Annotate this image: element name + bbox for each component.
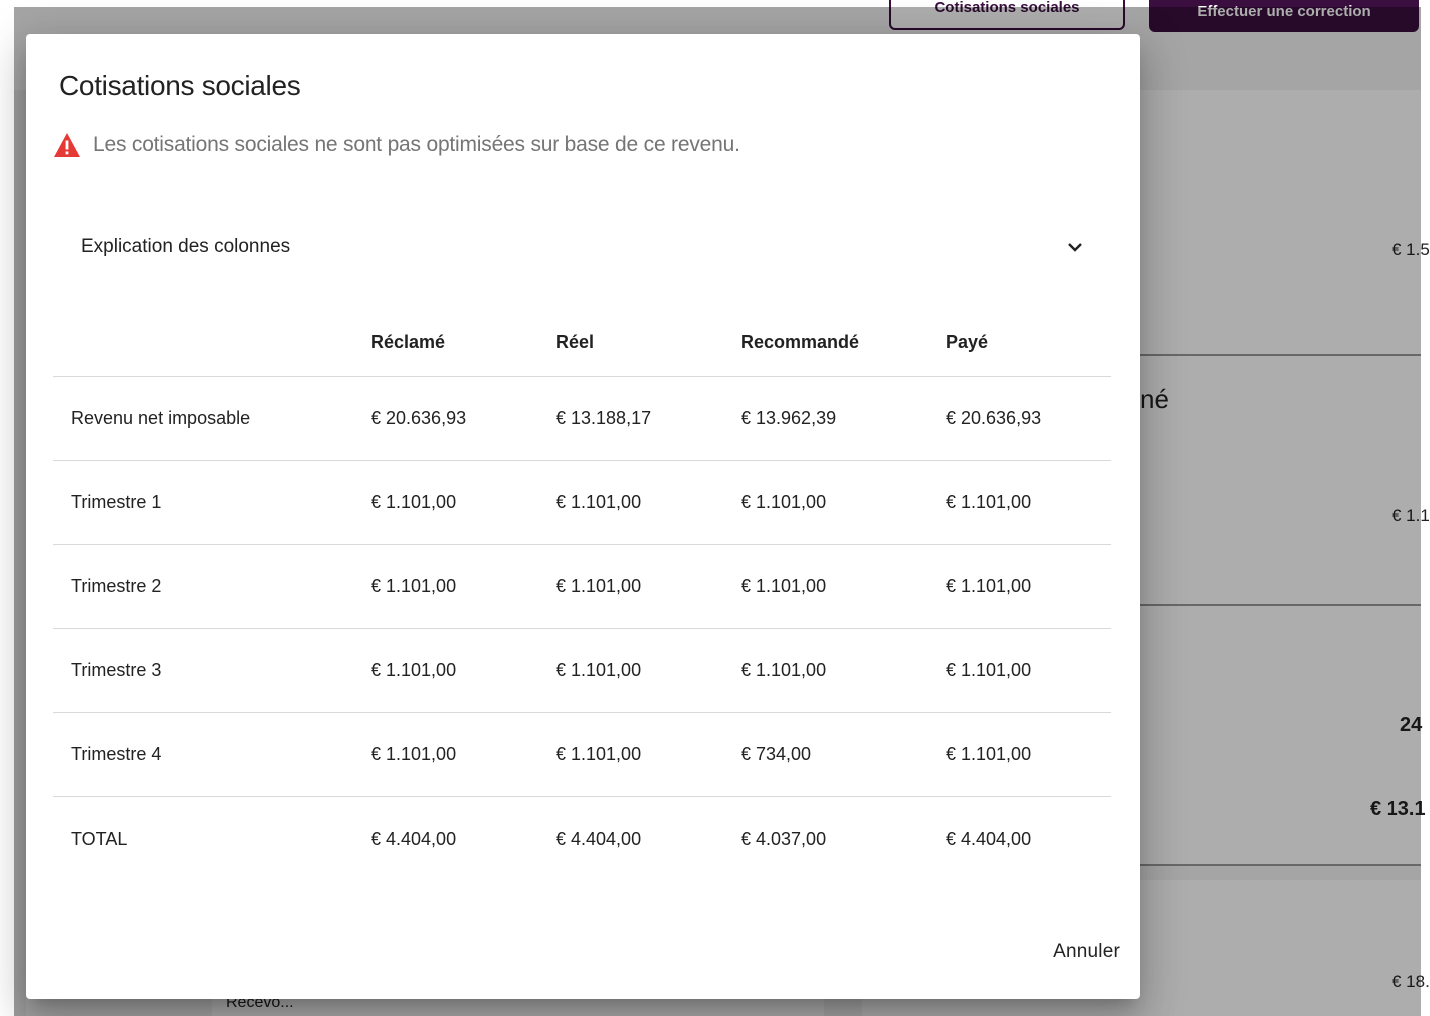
cell-actual: € 1.101,00 [556, 492, 642, 512]
table-row: Revenu net imposable € 20.636,93 € 13.18… [53, 377, 1111, 461]
table-row: Trimestre 3 € 1.101,00 € 1.101,00 € 1.10… [53, 629, 1111, 713]
cell-recommended: € 1.101,00 [741, 576, 827, 596]
row-label: Trimestre 3 [71, 660, 162, 680]
row-label: Trimestre 4 [71, 744, 162, 764]
column-explanation-title: Explication des colonnes [81, 236, 291, 257]
row-label: Revenu net imposable [71, 408, 251, 428]
table-row: Trimestre 1 € 1.101,00 € 1.101,00 € 1.10… [53, 461, 1111, 545]
cell-paid: € 1.101,00 [946, 660, 1032, 680]
cell-paid: € 1.101,00 [946, 576, 1032, 596]
cancel-button[interactable]: Annuler [1053, 935, 1120, 969]
cell-recommended: € 734,00 [741, 744, 812, 764]
cell-actual: € 13.188,17 [556, 408, 652, 428]
column-header-claimed: Réclamé [371, 331, 446, 352]
dialog-title: Cotisations sociales [59, 70, 301, 101]
cell-recommended: € 1.101,00 [741, 660, 827, 680]
table-row: Trimestre 2 € 1.101,00 € 1.101,00 € 1.10… [53, 545, 1111, 629]
cell-actual: € 1.101,00 [556, 744, 642, 764]
warning-message: Les cotisations sociales ne sont pas opt… [53, 132, 740, 158]
cell-paid: € 20.636,93 [946, 408, 1042, 428]
cell-actual: € 1.101,00 [556, 660, 642, 680]
cell-paid: € 1.101,00 [946, 744, 1032, 764]
contributions-table: Réclamé Réel Recommandé Payé Revenu net … [53, 324, 1111, 881]
cell-recommended: € 4.037,00 [741, 828, 827, 849]
cell-claimed: € 1.101,00 [371, 576, 457, 596]
cell-recommended: € 1.101,00 [741, 492, 827, 512]
warning-text: Les cotisations sociales ne sont pas opt… [93, 133, 740, 156]
cell-claimed: € 20.636,93 [371, 408, 467, 428]
cell-actual: € 1.101,00 [556, 576, 642, 596]
chevron-down-icon[interactable] [1067, 241, 1083, 253]
column-header-paid: Payé [946, 331, 989, 352]
cell-claimed: € 1.101,00 [371, 660, 457, 680]
warning-triangle-icon [53, 132, 81, 158]
social-contributions-dialog: Cotisations sociales Les cotisations soc… [26, 34, 1140, 999]
cell-claimed: € 1.101,00 [371, 744, 457, 764]
row-label: TOTAL [71, 828, 128, 849]
row-label: Trimestre 2 [71, 576, 162, 596]
column-explanation-panel[interactable]: Explication des colonnes [53, 212, 1111, 282]
column-header-recommended: Recommandé [741, 331, 860, 352]
table-header: Réclamé Réel Recommandé Payé [53, 324, 1111, 377]
cell-paid: € 4.404,00 [946, 828, 1032, 849]
cell-claimed: € 1.101,00 [371, 492, 457, 512]
table-row: Trimestre 4 € 1.101,00 € 1.101,00 € 734,… [53, 713, 1111, 797]
cell-claimed: € 4.404,00 [371, 828, 457, 849]
table-row-total: TOTAL € 4.404,00 € 4.404,00 € 4.037,00 €… [53, 797, 1111, 881]
screen: Cotisations sociales Effectuer une corre… [0, 0, 1430, 1016]
cell-paid: € 1.101,00 [946, 492, 1032, 512]
cell-actual: € 4.404,00 [556, 828, 642, 849]
column-header-actual: Réel [556, 331, 595, 352]
cell-recommended: € 13.962,39 [741, 408, 837, 428]
row-label: Trimestre 1 [71, 492, 162, 512]
